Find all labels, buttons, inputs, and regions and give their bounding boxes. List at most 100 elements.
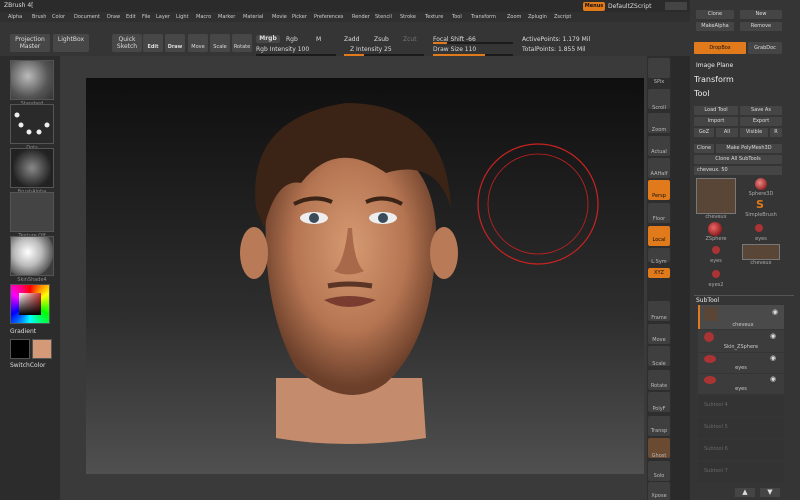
simplebrush-icon[interactable]: S xyxy=(756,198,764,211)
menu-zplugin[interactable]: Zplugin xyxy=(528,14,547,20)
color-picker[interactable] xyxy=(10,284,50,324)
make-polymesh-button[interactable]: Make PolyMesh3D xyxy=(716,144,782,153)
menu-edit[interactable]: Edit xyxy=(126,14,136,20)
move-button[interactable]: Move xyxy=(188,34,208,52)
clone-top-button[interactable]: Clone xyxy=(696,10,734,19)
subtool-row[interactable]: Skin_ZSphere ◉ xyxy=(698,330,784,352)
save-as-button[interactable]: Save As xyxy=(740,106,782,115)
zsphere-icon[interactable] xyxy=(708,222,722,236)
spix-button[interactable] xyxy=(648,58,670,78)
brush-thumbnail[interactable] xyxy=(10,60,54,100)
load-tool-button[interactable]: Load Tool xyxy=(694,106,738,115)
lightbox-button[interactable]: LightBox xyxy=(53,34,89,52)
rgb-intensity-slider[interactable]: Rgb Intensity 100 xyxy=(256,46,309,53)
clone-tool-button[interactable]: Clone xyxy=(694,144,714,153)
menu-preferences[interactable]: Preferences xyxy=(314,14,343,20)
menu-draw[interactable]: Draw xyxy=(107,14,120,20)
draw-size-slider[interactable]: Draw Size 110 xyxy=(433,46,476,53)
subtool-row-empty[interactable]: Subtool 7 xyxy=(698,462,784,482)
new-button[interactable]: New xyxy=(740,10,782,19)
active-tool-thumbnail[interactable] xyxy=(696,178,736,214)
import-button[interactable]: Import xyxy=(694,117,738,126)
subtool-down-button[interactable]: ▼ xyxy=(760,488,780,497)
menu-marker[interactable]: Marker xyxy=(218,14,235,20)
tool-header[interactable]: Tool xyxy=(694,89,710,98)
subtool-header[interactable]: SubTool xyxy=(696,297,719,304)
clone-all-subtools-button[interactable]: Clone All SubTools xyxy=(694,155,782,164)
goz-button[interactable]: GoZ xyxy=(694,128,714,137)
rotate-button[interactable]: Rotate xyxy=(232,34,252,52)
zsub-button[interactable]: Zsub xyxy=(374,36,389,43)
menu-document[interactable]: Document xyxy=(74,14,100,20)
menu-file[interactable]: File xyxy=(142,14,150,20)
eye-visibility-icon[interactable]: ◉ xyxy=(770,375,776,383)
cheveux-thumbnail[interactable] xyxy=(742,244,780,260)
menu-tool[interactable]: Tool xyxy=(452,14,462,20)
menu-color[interactable]: Color xyxy=(52,14,65,20)
subtool-up-button[interactable]: ▲ xyxy=(735,488,755,497)
eyes2-icon[interactable] xyxy=(712,270,720,278)
visible-button[interactable]: Visible xyxy=(740,128,768,137)
subtool-row-empty[interactable]: Subtool 4 xyxy=(698,396,784,416)
eye-visibility-icon[interactable]: ◉ xyxy=(770,354,776,362)
edit-button[interactable]: Edit xyxy=(143,34,163,52)
subtool-row-active[interactable]: cheveux ◉ xyxy=(698,305,784,329)
subtool-row[interactable]: eyes ◉ xyxy=(698,374,784,394)
window-controls[interactable] xyxy=(665,2,687,10)
menu-render[interactable]: Render xyxy=(352,14,370,20)
export-button[interactable]: Export xyxy=(740,117,782,126)
eyes-second-icon[interactable] xyxy=(712,246,720,254)
grabdoc-button[interactable]: GrabDoc xyxy=(748,42,782,54)
menu-macro[interactable]: Macro xyxy=(196,14,211,20)
mrgb-button[interactable]: Mrgb xyxy=(256,35,280,43)
dropbox-button[interactable]: DropBox xyxy=(694,42,746,54)
scale-button[interactable]: Scale xyxy=(210,34,230,52)
color-square[interactable] xyxy=(19,293,41,315)
menu-light[interactable]: Light xyxy=(176,14,188,20)
r-button[interactable]: R xyxy=(770,128,782,137)
draw-button[interactable]: Draw xyxy=(165,34,185,52)
head-model[interactable] xyxy=(86,78,644,474)
gradient-label[interactable]: Gradient xyxy=(10,328,36,335)
menu-brush[interactable]: Brush xyxy=(32,14,46,20)
remove-button[interactable]: Remove xyxy=(740,22,782,31)
eye-visibility-icon[interactable]: ◉ xyxy=(772,308,778,316)
image-plane-header[interactable]: Image Plane xyxy=(696,62,733,69)
stroke-thumbnail[interactable] xyxy=(10,104,54,144)
z-intensity-slider[interactable]: Z Intensity 25 xyxy=(350,46,392,53)
menu-layer[interactable]: Layer xyxy=(156,14,170,20)
quick-sketch-button[interactable]: Quick Sketch xyxy=(112,34,142,52)
m-button[interactable]: M xyxy=(316,36,321,43)
subtool-row-empty[interactable]: Subtool 6 xyxy=(698,440,784,460)
alpha-thumbnail[interactable] xyxy=(10,148,54,188)
subtool-row[interactable]: eyes ◉ xyxy=(698,353,784,373)
make-alpha-button[interactable]: MakeAlpha xyxy=(696,22,734,31)
projection-master-button[interactable]: Projection Master xyxy=(10,34,50,52)
texture-thumbnail[interactable] xyxy=(10,192,54,232)
secondary-color-swatch[interactable] xyxy=(32,339,52,359)
local-button[interactable] xyxy=(648,226,670,246)
switch-color-button[interactable]: SwitchColor xyxy=(10,362,46,369)
menu-stroke[interactable]: Stroke xyxy=(400,14,416,20)
menu-zoom[interactable]: Zoom xyxy=(507,14,521,20)
zadd-button[interactable]: Zadd xyxy=(344,36,359,43)
zcut-button[interactable]: Zcut xyxy=(403,36,417,43)
menu-material[interactable]: Material xyxy=(243,14,263,20)
menu-alpha[interactable]: Alpha xyxy=(8,14,22,20)
eye-visibility-icon[interactable]: ◉ xyxy=(770,332,776,340)
menu-zscript[interactable]: Zscript xyxy=(554,14,571,20)
primary-color-swatch[interactable] xyxy=(10,339,30,359)
subtool-row-empty[interactable]: Subtool 5 xyxy=(698,418,784,438)
rgb-button[interactable]: Rgb xyxy=(286,36,298,43)
sphere3d-icon[interactable] xyxy=(755,178,767,190)
menus-button[interactable]: Menus xyxy=(583,2,605,11)
menu-picker[interactable]: Picker xyxy=(292,14,307,20)
transform-header[interactable]: Transform xyxy=(694,75,734,84)
menu-stencil[interactable]: Stencil xyxy=(375,14,392,20)
document-canvas[interactable] xyxy=(86,78,644,474)
menu-texture[interactable]: Texture xyxy=(425,14,443,20)
material-thumbnail[interactable] xyxy=(10,236,54,276)
current-tool-slider[interactable]: cheveux. 50 xyxy=(694,166,782,175)
menu-movie[interactable]: Movie xyxy=(272,14,287,20)
eyes-icon[interactable] xyxy=(755,224,763,232)
